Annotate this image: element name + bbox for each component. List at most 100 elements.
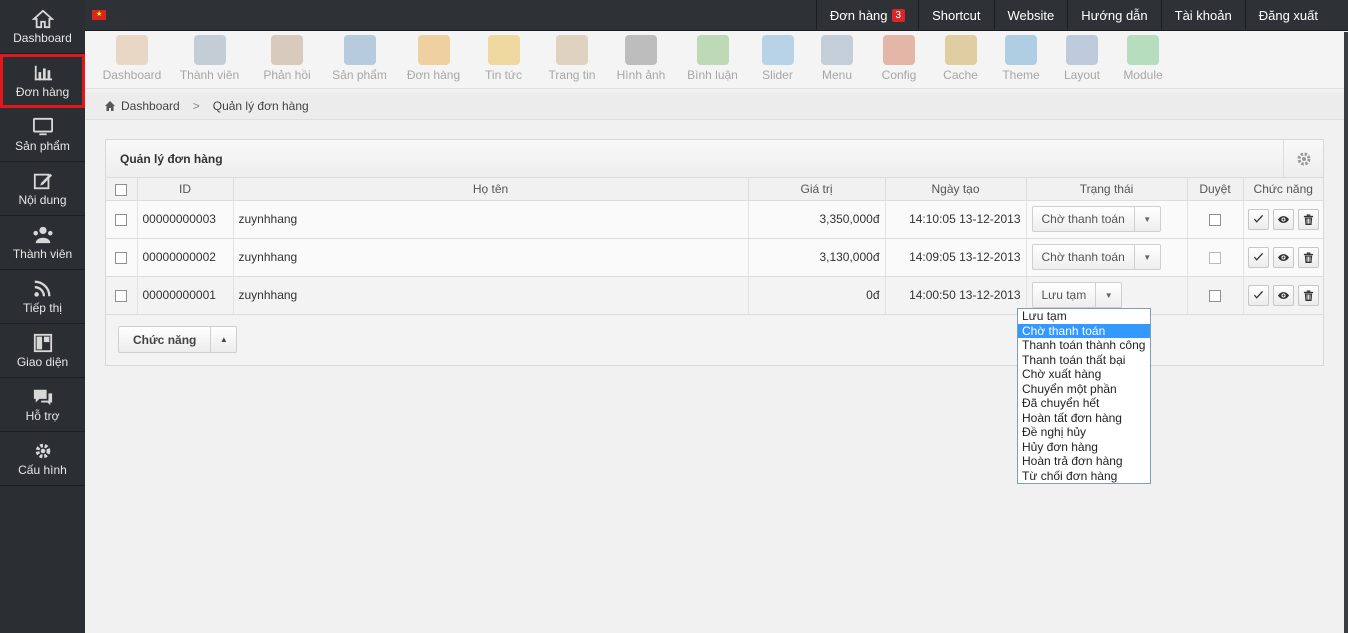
page-scrollbar[interactable] <box>1344 32 1348 633</box>
toolbar-tin-tức[interactable]: Tin tức <box>470 31 537 88</box>
row-checkbox[interactable] <box>115 251 128 264</box>
order-id[interactable]: 00000000001 <box>137 276 234 315</box>
caret-up-icon[interactable]: ▲ <box>210 327 236 352</box>
approve-checkbox[interactable] <box>1209 213 1221 226</box>
breadcrumb-home[interactable]: Dashboard <box>121 99 180 113</box>
status-option[interactable]: Thanh toán thất bại <box>1018 353 1150 368</box>
page-edit-icon <box>556 35 588 65</box>
status-select[interactable]: Lưu tạm ▼ <box>1031 282 1123 308</box>
row-checkbox[interactable] <box>115 213 128 226</box>
panel-settings-button[interactable] <box>1283 140 1323 177</box>
sidebar-item-support[interactable]: Hỗ trợ <box>0 378 85 432</box>
toolbar-menu[interactable]: Menu <box>805 31 869 88</box>
approve-button[interactable] <box>1247 284 1269 306</box>
status-select[interactable]: Chờ thanh toán ▼ <box>1031 206 1161 232</box>
col-approve[interactable]: Duyệt <box>1187 178 1244 201</box>
view-button[interactable] <box>1272 284 1294 306</box>
toolbar-item-label: Menu <box>821 68 853 82</box>
approve-button[interactable] <box>1247 208 1269 230</box>
view-button[interactable] <box>1272 246 1294 268</box>
toolbar-thành-viên[interactable]: Thành viên <box>167 31 252 88</box>
toolbar-bình-luận[interactable]: Bình luận <box>675 31 750 88</box>
sidebar-item-label: Nội dung <box>18 192 67 207</box>
col-id[interactable]: ID <box>137 178 234 201</box>
status-option[interactable]: Thanh toán thành công <box>1018 338 1150 353</box>
status-option[interactable]: Từ chối đơn hàng <box>1018 469 1150 484</box>
toolbar-slider[interactable]: Slider <box>750 31 805 88</box>
status-option[interactable]: Hoàn trả đơn hàng <box>1018 454 1150 469</box>
approve-checkbox[interactable] <box>1209 251 1221 264</box>
caret-down-icon[interactable]: ▼ <box>1133 245 1160 269</box>
status-option[interactable]: Hủy đơn hàng <box>1018 440 1150 455</box>
toolbar-trang-tin[interactable]: Trang tin <box>537 31 607 88</box>
toolbar-dashboard[interactable]: Dashboard <box>97 31 167 88</box>
bulk-actions-dropdown[interactable]: Chức năng ▲ <box>118 326 238 353</box>
status-option[interactable]: Hoàn tất đơn hàng <box>1018 411 1150 426</box>
row-checkbox[interactable] <box>115 289 128 302</box>
sidebar-item-content[interactable]: Nội dung <box>0 162 85 216</box>
delete-button[interactable] <box>1297 246 1319 268</box>
topnav-account[interactable]: Tài khoản <box>1160 0 1245 31</box>
toolbar-module[interactable]: Module <box>1114 31 1172 88</box>
order-created: 14:09:05 13-12-2013 <box>885 238 1027 277</box>
caret-down-icon[interactable]: ▼ <box>1095 283 1121 307</box>
status-option[interactable]: Chờ xuất hàng <box>1018 367 1150 382</box>
sidebar-item-settings[interactable]: Cấu hình <box>0 432 85 486</box>
eye-icon <box>1277 291 1289 299</box>
toolbar-sản-phẩm[interactable]: Sản phẩm <box>322 31 397 88</box>
delete-button[interactable] <box>1297 208 1319 230</box>
toolbar-theme[interactable]: Theme <box>992 31 1050 88</box>
bar-chart-icon <box>34 65 52 80</box>
actions-cell <box>1243 238 1323 277</box>
feedback-icon <box>271 35 303 65</box>
cubes-icon <box>1127 35 1159 65</box>
sidebar-item-dashboard[interactable]: Dashboard <box>0 0 85 54</box>
chat-icon <box>33 389 52 405</box>
user-icon <box>193 35 226 65</box>
approve-checkbox[interactable] <box>1209 289 1221 302</box>
col-created[interactable]: Ngày tạo <box>885 178 1027 201</box>
topnav-orders-label: Đơn hàng <box>829 8 888 23</box>
toolbar-layout[interactable]: Layout <box>1050 31 1114 88</box>
topnav-website[interactable]: Website <box>993 0 1068 31</box>
check-icon <box>1253 252 1263 261</box>
sidebar-item-orders[interactable]: Đơn hàng <box>0 54 85 108</box>
col-name[interactable]: Họ tên <box>233 178 749 201</box>
toolbar-config[interactable]: Config <box>869 31 929 88</box>
toolbar-hình-ảnh[interactable]: Hình ảnh <box>607 31 675 88</box>
toolbar-cache[interactable]: Cache <box>929 31 992 88</box>
order-id[interactable]: 00000000003 <box>137 200 234 239</box>
sidebar-item-products[interactable]: Sản phẩm <box>0 108 85 162</box>
caret-down-icon[interactable]: ▼ <box>1133 207 1160 231</box>
home-icon <box>31 9 54 28</box>
col-value[interactable]: Giá trị <box>748 178 886 201</box>
select-all-checkbox[interactable] <box>115 183 128 196</box>
status-select-value: Chờ thanh toán <box>1041 250 1125 264</box>
sidebar-item-members[interactable]: Thành viên <box>0 216 85 270</box>
delete-button[interactable] <box>1297 284 1319 306</box>
top-nav: Đơn hàng 3 Shortcut Website Hướng dẫn Tà… <box>815 0 1331 31</box>
status-option[interactable]: Chờ thanh toán <box>1018 323 1150 338</box>
topnav-orders[interactable]: Đơn hàng 3 <box>815 0 918 31</box>
topnav-guide[interactable]: Hướng dẫn <box>1067 0 1160 31</box>
topnav-logout[interactable]: Đăng xuất <box>1244 0 1331 31</box>
vietnam-flag-icon[interactable] <box>92 10 106 20</box>
toolbar-đơn-hàng[interactable]: Đơn hàng <box>397 31 470 88</box>
status-option[interactable]: Đã chuyển hết <box>1018 396 1150 411</box>
edit-icon <box>33 173 52 189</box>
status-option[interactable]: Lưu tạm <box>1018 309 1150 324</box>
view-button[interactable] <box>1272 208 1294 230</box>
check-icon <box>1253 214 1263 223</box>
sidebar-item-interface[interactable]: Giao diện <box>0 324 85 378</box>
approve-button[interactable] <box>1247 246 1269 268</box>
order-id[interactable]: 00000000002 <box>137 238 234 277</box>
topnav-shortcut[interactable]: Shortcut <box>918 0 993 31</box>
breadcrumb: Dashboard > Quản lý đơn hàng <box>85 92 1348 120</box>
sidebar-item-marketing[interactable]: Tiếp thị <box>0 270 85 324</box>
col-status[interactable]: Trạng thái <box>1026 178 1188 201</box>
trash-icon <box>1303 289 1313 301</box>
status-option[interactable]: Đề nghị hủy <box>1018 425 1150 440</box>
status-option[interactable]: Chuyển một phần <box>1018 382 1150 397</box>
status-select[interactable]: Chờ thanh toán ▼ <box>1031 244 1161 270</box>
toolbar-phản-hồi[interactable]: Phản hồi <box>252 31 322 88</box>
